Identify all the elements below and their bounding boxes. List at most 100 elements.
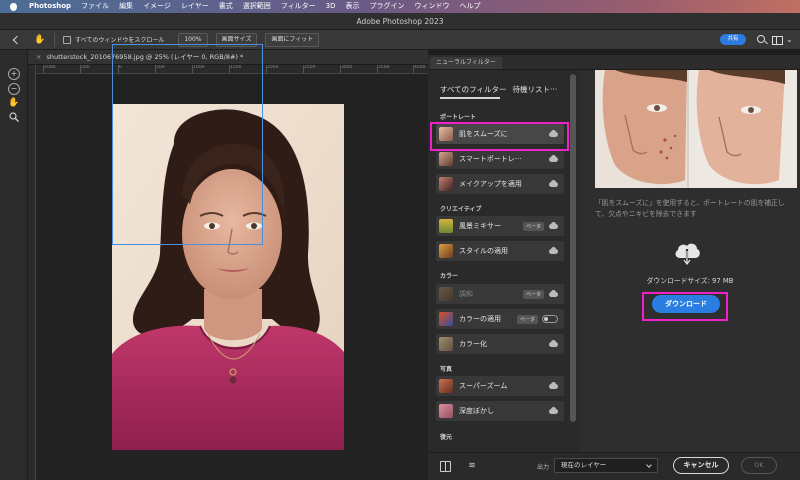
back-chevron-icon[interactable] [10, 34, 22, 46]
filter-label: スタイルの適用 [459, 247, 508, 255]
menu-layer[interactable]: レイヤー [176, 0, 214, 13]
filter-label: メイクアップを適用 [459, 180, 522, 188]
filter-smart-portrait[interactable]: スマートポートレ··· [436, 149, 564, 169]
ruler-tick: 4000 [412, 65, 426, 73]
filter-makeup-transfer[interactable]: メイクアップを適用 [436, 174, 564, 194]
workspace-icon[interactable] [771, 34, 783, 46]
category-photo: 写真 [440, 366, 453, 373]
filter-detail-panel: 「肌をスムーズに」を使用すると、ポートレートの肌を補正して、欠点やニキビを除去で… [580, 70, 800, 452]
menu-bar: Photoshop ファイル 編集 イメージ レイヤー 書式 選択範囲 フィルタ… [0, 0, 800, 13]
cloud-download-icon[interactable] [548, 221, 559, 231]
category-restore: 復元 [440, 434, 453, 441]
neural-filter-tab[interactable]: ニューラルフィルター [430, 57, 502, 69]
super-zoom-thumbnail [439, 379, 453, 393]
colorize-thumbnail [439, 337, 453, 351]
fit-screen-button[interactable]: 画面にフィット [265, 32, 320, 47]
beta-badge: ベータ [516, 314, 538, 324]
active-tab-underline [440, 97, 500, 99]
ruler-tick: 2000 [265, 65, 279, 73]
menu-plugins[interactable]: プラグイン [364, 0, 409, 13]
filter-tabs: すべてのフィルター 待機リスト··· [440, 84, 557, 94]
beta-badge: ベータ [522, 221, 544, 231]
ruler-tick: 3000 [339, 65, 353, 73]
output-select[interactable]: 現在のレイヤー [554, 458, 658, 473]
photoshop-window: Photoshop ファイル 編集 イメージ レイヤー 書式 選択範囲 フィルタ… [0, 0, 800, 480]
menu-image[interactable]: イメージ [138, 0, 176, 13]
beta-badge: ベータ [522, 289, 544, 299]
filter-label: スーパーズーム [459, 382, 508, 390]
zoom-tool-icon[interactable] [8, 111, 20, 123]
search-icon[interactable] [756, 34, 768, 46]
cloud-download-icon [672, 240, 702, 266]
filter-depth-blur[interactable]: 深度ぼかし [436, 401, 564, 421]
options-divider [54, 32, 55, 47]
cloud-download-icon[interactable] [548, 246, 559, 256]
cancel-button[interactable]: キャンセル [673, 457, 729, 474]
menu-type[interactable]: 書式 [214, 0, 238, 13]
apple-icon[interactable] [8, 2, 18, 12]
download-size: ダウンロードサイズ: 97 MB [646, 277, 734, 285]
menu-app[interactable]: Photoshop [24, 0, 76, 13]
chevron-down-icon[interactable]: ⌄ [786, 34, 798, 46]
makeup-transfer-thumbnail [439, 177, 453, 191]
close-icon[interactable]: × [36, 53, 41, 61]
filter-toggle[interactable] [542, 315, 558, 323]
menu-filter[interactable]: フィルター [276, 0, 321, 13]
ok-button[interactable]: OK [741, 457, 777, 474]
share-button[interactable]: 共有 [720, 34, 746, 45]
tab-waitlist[interactable]: 待機リスト··· [513, 85, 558, 94]
style-transfer-thumbnail [439, 244, 453, 258]
filter-style-transfer[interactable]: スタイルの適用 [436, 241, 564, 261]
filter-landscape-mixer[interactable]: 風景ミキサー ベータ [436, 216, 564, 236]
filter-list-scrollbar[interactable] [570, 74, 576, 422]
cloud-download-icon[interactable] [548, 381, 559, 391]
cloud-download-icon[interactable] [548, 406, 559, 416]
output-label: 出力 [537, 464, 550, 471]
cloud-download-icon[interactable] [548, 289, 559, 299]
window-title: Adobe Photoshop 2023 [0, 13, 800, 30]
filter-color-transfer[interactable]: カラーの適用 ベータ [436, 309, 564, 329]
filter-super-zoom[interactable]: スーパーズーム [436, 376, 564, 396]
chevron-down-icon [646, 462, 652, 468]
filter-label: カラーの適用 [459, 315, 501, 323]
filter-label: カラー化 [459, 340, 487, 348]
zoom-in-icon[interactable]: + [8, 68, 20, 80]
ruler-tick: 500 [80, 65, 90, 73]
highlight-download-button [642, 292, 728, 321]
neural-filter-tab-bar: ニューラルフィルター [428, 55, 800, 70]
filter-label: 調和 [459, 290, 473, 298]
menu-file[interactable]: ファイル [76, 0, 114, 13]
menu-window[interactable]: ウィンドウ [409, 0, 454, 13]
cloud-download-icon[interactable] [548, 154, 559, 164]
output-value: 現在のレイヤー [561, 461, 607, 469]
menu-select[interactable]: 選択範囲 [238, 0, 276, 13]
cloud-download-icon[interactable] [548, 179, 559, 189]
face-detection-box [112, 44, 263, 245]
preview-toggle-icon[interactable] [440, 461, 451, 472]
harmonization-thumbnail [439, 287, 453, 301]
vertical-ruler [28, 65, 36, 480]
menu-view[interactable]: 表示 [340, 0, 364, 13]
layers-icon[interactable]: ≋ [466, 460, 478, 472]
filter-label: スマートポートレ··· [459, 155, 522, 163]
zoom-out-icon[interactable]: − [8, 83, 20, 95]
scroll-all-checkbox[interactable] [63, 35, 71, 44]
ruler-tick: 2500 [302, 65, 316, 73]
menu-3d[interactable]: 3D [321, 0, 341, 13]
menu-edit[interactable]: 編集 [114, 0, 138, 13]
filter-harmonization[interactable]: 調和 ベータ [436, 284, 564, 304]
landscape-mixer-thumbnail [439, 219, 453, 233]
ruler-tick: 3500 [376, 65, 390, 73]
filter-description: 「肌をスムーズに」を使用すると、ポートレートの肌を補正して、欠点やニキビを除去で… [595, 199, 785, 218]
cloud-download-icon[interactable] [548, 339, 559, 349]
hand-tool-icon[interactable]: ✋ [8, 97, 20, 109]
ruler-tick: 1000 [42, 65, 56, 73]
filter-colorize[interactable]: カラー化 [436, 334, 564, 354]
category-color: カラー [440, 273, 459, 280]
tab-all-filters[interactable]: すべてのフィルター [440, 85, 507, 94]
tools-panel: + − ✋ [0, 50, 28, 480]
before-after-preview [595, 70, 797, 188]
scroll-all-label: すべてのウィンドウをスクロール [75, 37, 165, 44]
menu-help[interactable]: ヘルプ [454, 0, 485, 13]
color-transfer-thumbnail [439, 312, 453, 326]
